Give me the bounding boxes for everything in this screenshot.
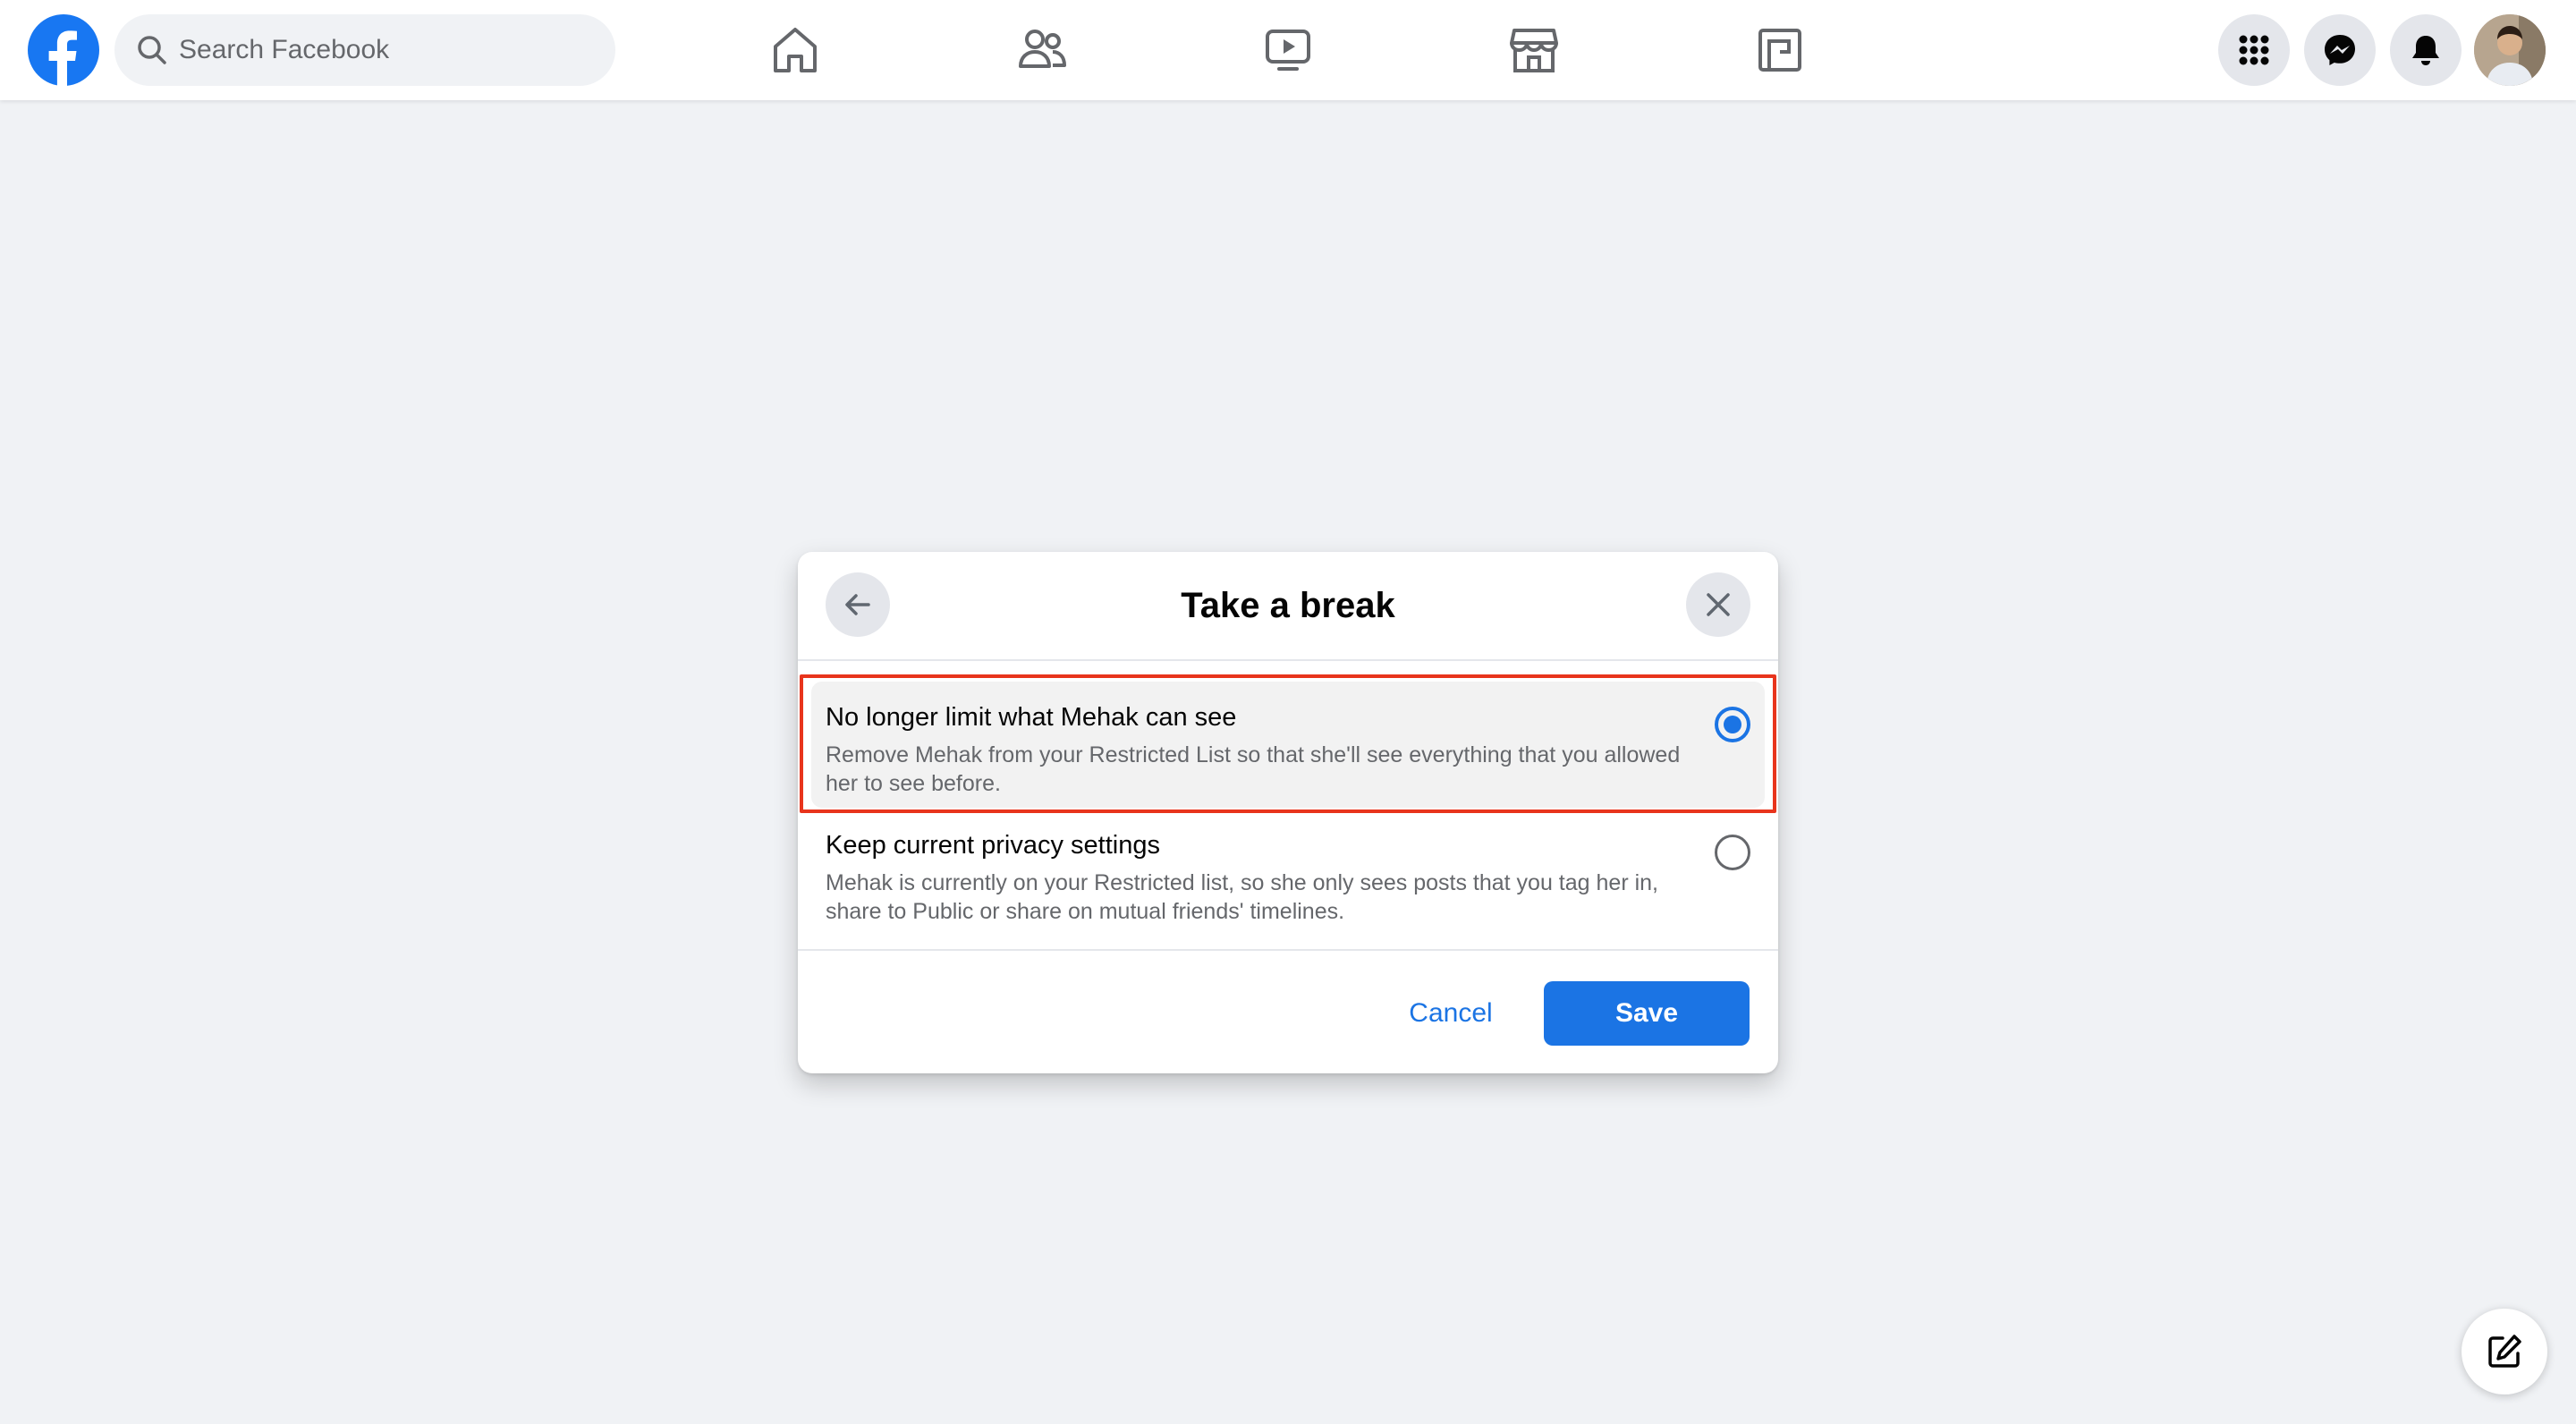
messenger-icon bbox=[2325, 35, 2355, 65]
notifications-button[interactable] bbox=[2390, 14, 2462, 86]
menu-grid-icon bbox=[2239, 35, 2269, 65]
facebook-logo-icon[interactable] bbox=[28, 14, 99, 86]
gaming-icon[interactable] bbox=[1751, 21, 1809, 79]
option-keep-current-settings[interactable]: Keep current privacy settings Mehak is c… bbox=[811, 809, 1765, 936]
dialog-header: Take a break bbox=[798, 552, 1778, 661]
friends-icon[interactable] bbox=[1013, 21, 1071, 79]
divider bbox=[798, 949, 1778, 951]
search-icon bbox=[138, 36, 166, 64]
radio-unselected[interactable] bbox=[1715, 835, 1750, 870]
messenger-button[interactable] bbox=[2304, 14, 2376, 86]
avatar[interactable] bbox=[2474, 14, 2546, 86]
dialog-title: Take a break bbox=[1181, 586, 1395, 625]
notifications-icon bbox=[2412, 36, 2439, 65]
option-title: Keep current privacy settings bbox=[826, 831, 1160, 860]
search-placeholder: Search Facebook bbox=[179, 35, 390, 64]
top-nav-bar: Search Facebook bbox=[0, 0, 2576, 100]
close-button[interactable] bbox=[1686, 572, 1750, 637]
save-button[interactable]: Save bbox=[1544, 981, 1750, 1046]
cancel-button[interactable]: Cancel bbox=[1388, 981, 1513, 1046]
close-icon bbox=[1707, 593, 1730, 616]
selection-highlight-box bbox=[800, 674, 1776, 813]
option-description: Mehak is currently on your Restricted li… bbox=[826, 870, 1658, 924]
new-message-button[interactable] bbox=[2462, 1309, 2547, 1394]
menu-button[interactable] bbox=[2218, 14, 2290, 86]
home-icon[interactable] bbox=[767, 21, 824, 79]
compose-icon bbox=[2488, 1335, 2521, 1368]
watch-icon[interactable] bbox=[1259, 21, 1317, 79]
marketplace-icon[interactable] bbox=[1505, 21, 1563, 79]
search-input[interactable]: Search Facebook bbox=[114, 14, 615, 86]
